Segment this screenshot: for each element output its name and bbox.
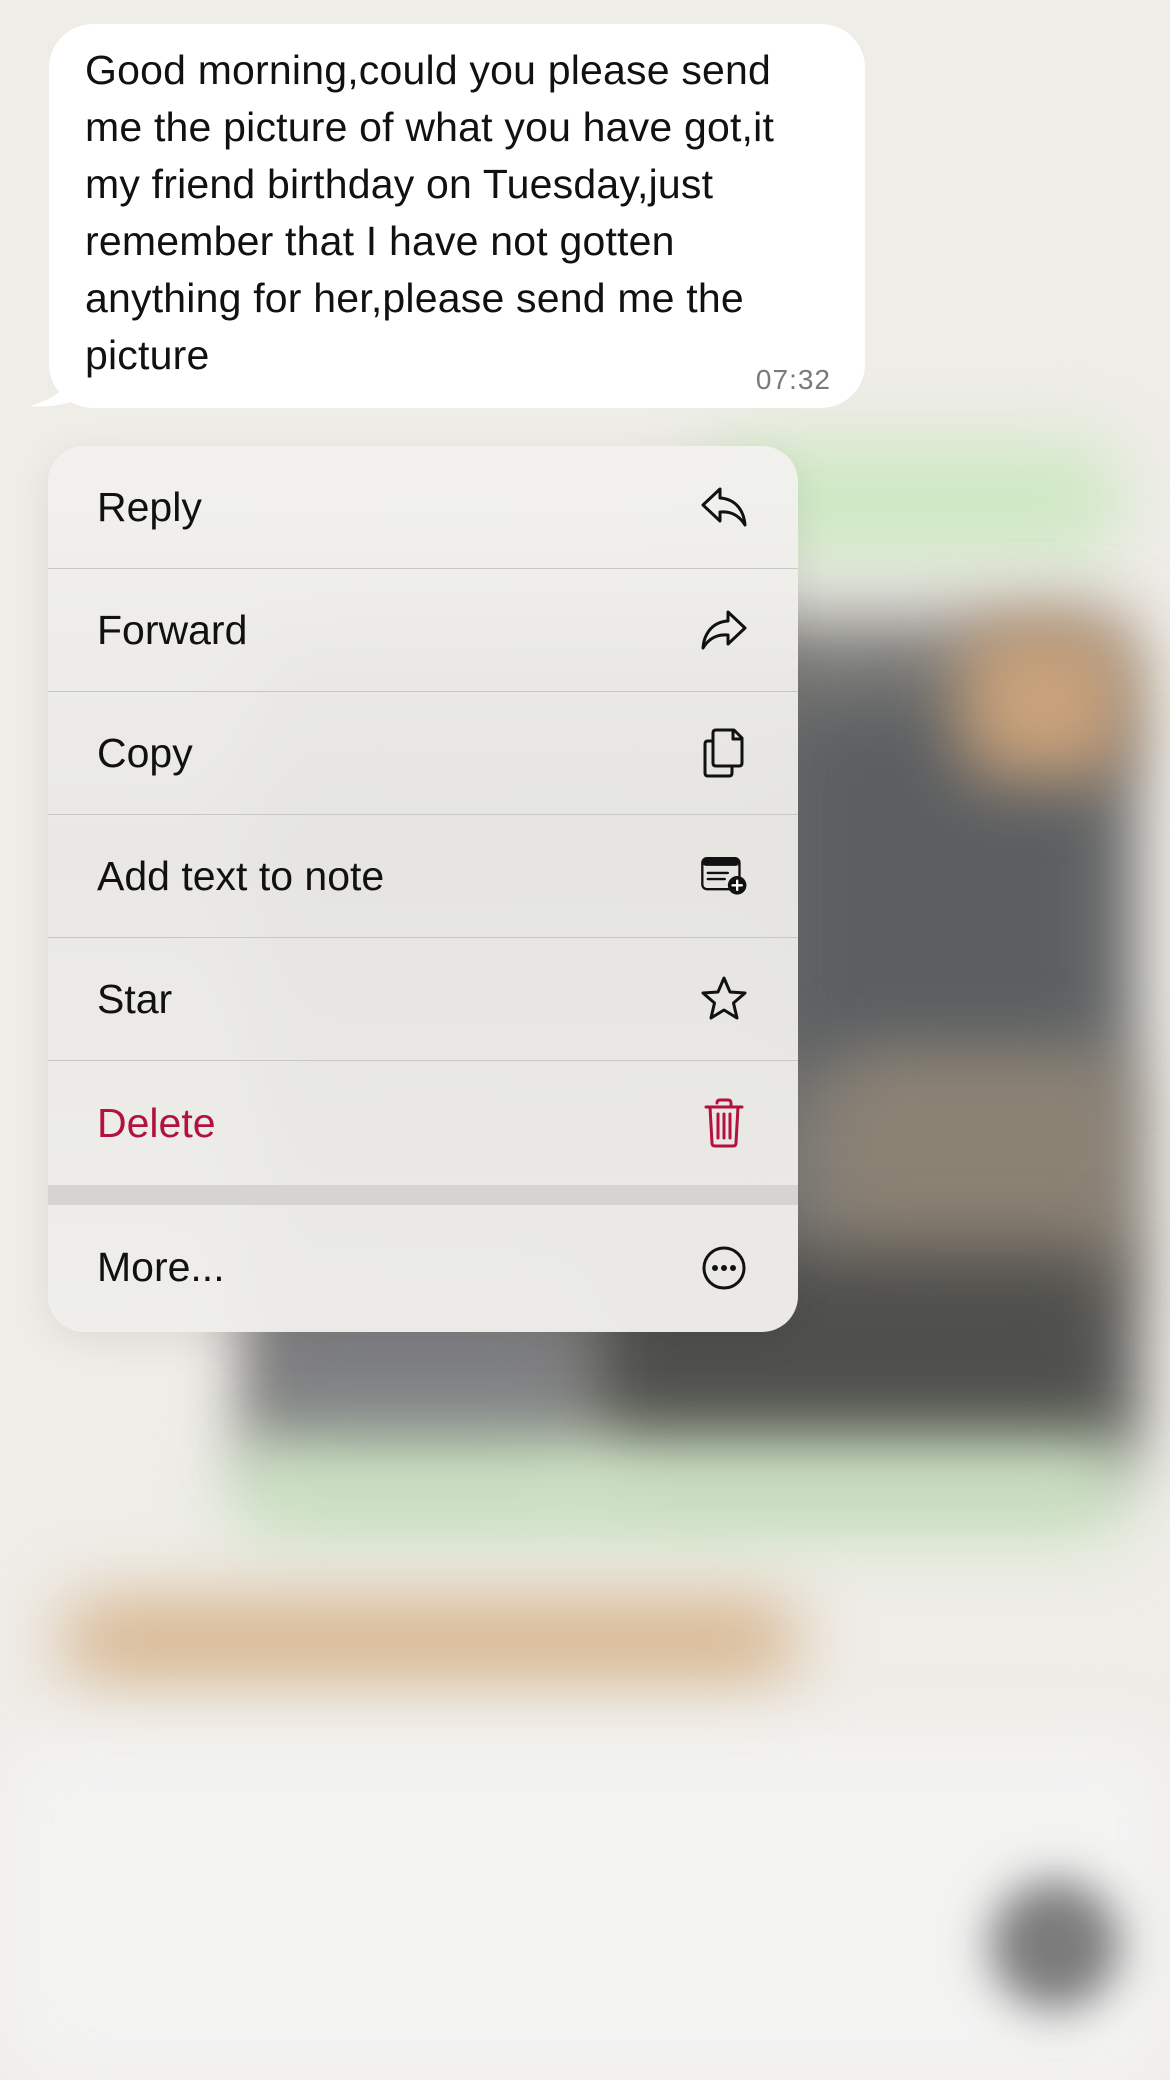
menu-item-label: Reply [97, 483, 202, 530]
menu-item-forward[interactable]: Forward [48, 569, 798, 692]
menu-item-label: Copy [97, 729, 193, 776]
menu-separator [48, 1185, 798, 1205]
trash-icon [700, 1098, 748, 1148]
menu-item-copy[interactable]: Copy [48, 692, 798, 815]
menu-item-delete[interactable]: Delete [48, 1061, 798, 1185]
forward-icon [700, 606, 748, 654]
menu-item-label: Star [97, 975, 173, 1022]
menu-item-label: Forward [97, 606, 248, 653]
menu-item-reply[interactable]: Reply [48, 446, 798, 569]
copy-icon [700, 728, 748, 778]
menu-item-label: More... [97, 1244, 225, 1290]
menu-item-label: Add text to note [97, 852, 385, 899]
menu-item-add-text-to-note[interactable]: Add text to note [48, 815, 798, 938]
more-icon [700, 1244, 748, 1292]
reply-icon [700, 483, 748, 531]
star-icon [700, 975, 748, 1023]
message-timestamp: 07:32 [755, 364, 831, 395]
menu-item-label: Delete [97, 1099, 216, 1146]
message-bubble[interactable]: Good morning,could you please send me th… [49, 24, 865, 408]
message-context-menu: Reply Forward Copy Add text to note Star… [48, 446, 798, 1332]
add-note-icon [700, 852, 748, 900]
message-text: Good morning,could you please send me th… [85, 47, 775, 378]
menu-item-star[interactable]: Star [48, 938, 798, 1061]
menu-item-more[interactable]: More... [48, 1205, 798, 1330]
